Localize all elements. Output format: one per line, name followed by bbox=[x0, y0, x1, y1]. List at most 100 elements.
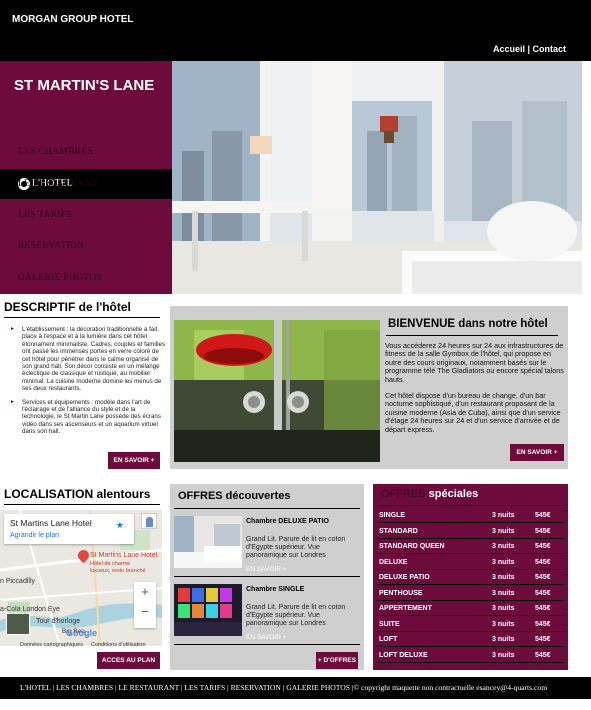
map[interactable]: St Martins Lane Hotel Agrandir le plan ★… bbox=[0, 510, 162, 646]
special-offer-price: 545€ bbox=[535, 620, 551, 628]
descriptif-list: L'établissement : la décoration traditio… bbox=[0, 326, 166, 436]
special-offer-price: 545€ bbox=[535, 512, 551, 519]
sidebar: ST MARTIN'S LANE L'HOTEL LES CHAMBRES LE… bbox=[0, 61, 172, 294]
map-footnote: Données cartographiques Conditions d'util… bbox=[20, 642, 146, 648]
special-offer-name: APPERTEMENT bbox=[379, 605, 432, 612]
zoom-out-icon[interactable]: − bbox=[134, 604, 156, 619]
offer-card[interactable]: Chambre SINGLE Grand Lit. Parure de lit … bbox=[174, 584, 359, 641]
special-offer-row[interactable]: DELUXE 3 nuits 545€ bbox=[377, 555, 564, 570]
special-offer-name: STANDARD bbox=[379, 527, 418, 535]
special-offer-row[interactable]: STANDARD 3 nuits 545€ bbox=[377, 524, 564, 539]
specials-title: OFFRES spéciales bbox=[381, 488, 479, 500]
satellite-thumbnail[interactable] bbox=[6, 613, 30, 635]
divider bbox=[386, 335, 558, 336]
offer-name: Chambre SINGLE bbox=[246, 586, 305, 593]
special-offer-row[interactable]: DELUXE PATIO 3 nuits 545€ bbox=[377, 570, 564, 585]
divider bbox=[174, 576, 360, 577]
hero-image bbox=[172, 61, 582, 294]
map-enlarge-link[interactable]: Agrandir le plan bbox=[10, 532, 59, 539]
special-offer-nights: 3 nuits bbox=[492, 636, 515, 643]
descriptif-more-button[interactable]: EN SAVOIR + bbox=[108, 452, 160, 469]
special-offer-nights: 3 nuits bbox=[492, 527, 515, 535]
map-label: a-Cola London Eye bbox=[0, 606, 60, 613]
special-offer-nights: 3 nuits bbox=[492, 574, 515, 581]
special-offer-row[interactable]: LOFT DELUXE 3 nuits 545€ bbox=[377, 648, 564, 663]
footer-link-hotel[interactable]: L'HOTEL bbox=[20, 683, 51, 692]
top-links: Accueil | Contact bbox=[493, 44, 566, 54]
special-offer-row[interactable]: SINGLE 3 nuits 545€ bbox=[377, 508, 564, 523]
map-pin-title: St Martins Lane Hotel bbox=[90, 552, 158, 559]
special-offer-row[interactable]: SUITE 3 nuits 545€ bbox=[377, 617, 564, 632]
special-offer-name: PENTHOUSE bbox=[379, 589, 423, 597]
divider bbox=[174, 508, 360, 509]
localisation-title: LOCALISATION alentours bbox=[4, 487, 151, 501]
special-offer-price: 545€ bbox=[535, 543, 551, 550]
welcome-title: BIENVENUE dans notre hôtel bbox=[388, 318, 548, 330]
footer: L'HOTEL | LES CHAMBRES | LE RESTAURANT |… bbox=[0, 677, 591, 699]
localisation-section: LOCALISATION alentours St Martins Lane H… bbox=[0, 484, 166, 670]
special-offer-row[interactable]: STANDARD QUEEN 3 nuits 545€ bbox=[377, 539, 564, 554]
footer-link-reservation[interactable]: RESERVATION bbox=[231, 683, 281, 692]
special-offer-name: SINGLE bbox=[379, 512, 406, 519]
special-offer-name: DELUXE bbox=[379, 558, 408, 566]
specials-section: OFFRES spéciales SINGLE 3 nuits 545€ STANDA… bbox=[373, 484, 568, 670]
map-pin-subtitle: Hôtel de charme luxueux, resto branché bbox=[90, 561, 146, 574]
footer-link-galerie[interactable]: GALERIE PHOTOS bbox=[286, 683, 350, 692]
special-offer-name: STANDARD QUEEN bbox=[379, 543, 445, 550]
footer-link-tarifs[interactable]: LES TARIFS bbox=[184, 683, 225, 692]
special-offer-row[interactable]: APPERTEMENT 3 nuits 545€ bbox=[377, 601, 564, 616]
zoom-controls: + − bbox=[134, 582, 156, 628]
brand-name: MORGAN GROUP HOTEL bbox=[12, 14, 134, 25]
welcome-more-button[interactable]: EN SAVOIR + bbox=[510, 444, 564, 461]
special-offer-name: SUITE bbox=[379, 620, 400, 628]
nav-item-restaurant[interactable]: LE RESTAURANT bbox=[18, 179, 98, 189]
offer-more-link[interactable]: EN SAVOIR + bbox=[246, 634, 287, 641]
map-access-button[interactable]: ACCES AU PLAN bbox=[97, 652, 160, 669]
special-offer-nights: 3 nuits bbox=[492, 589, 515, 597]
directions-icon[interactable]: ★ bbox=[116, 520, 124, 531]
list-item: Services et équipements : modèle dans l'… bbox=[0, 399, 166, 436]
special-offer-name: LOFT DELUXE bbox=[379, 651, 428, 659]
descriptif-title: DESCRIPTIF de l'hôtel bbox=[4, 300, 131, 314]
footer-link-restaurant[interactable]: LE RESTAURANT bbox=[118, 683, 179, 692]
copyright-text: © copyright maquette non contractuelle e… bbox=[353, 683, 548, 692]
list-item: L'établissement : la décoration traditio… bbox=[0, 326, 166, 393]
offer-name: Chambre DELUXE PATIO bbox=[246, 518, 329, 525]
map-label: n Piccadilly bbox=[0, 578, 36, 585]
special-offer-price: 545€ bbox=[535, 527, 551, 535]
more-offers-button[interactable]: + D'OFFRES bbox=[316, 652, 358, 669]
welcome-text: Vous accéderez 24 heures sur 24 aux infr… bbox=[385, 341, 564, 434]
special-offer-price: 545€ bbox=[535, 605, 551, 612]
map-label: Tour d'horloge bbox=[36, 618, 81, 625]
nav-item-tarifs[interactable]: LES TARIFS bbox=[18, 210, 72, 220]
street-view-icon[interactable] bbox=[141, 513, 157, 529]
nav-item-galerie[interactable]: GALERIE PHOTOS bbox=[18, 273, 102, 283]
special-offer-price: 545€ bbox=[535, 558, 551, 566]
top-bar: MORGAN GROUP HOTEL Accueil | Contact bbox=[0, 0, 591, 61]
contact-link[interactable]: Contact bbox=[533, 44, 567, 54]
nav-item-reservation[interactable]: RESERVATION bbox=[18, 241, 84, 251]
divider bbox=[4, 504, 160, 505]
special-offer-price: 545€ bbox=[535, 651, 551, 659]
offer-more-link[interactable]: EN SAVOIR + bbox=[246, 566, 287, 573]
offres-section: OFFRES découvertes Chambre DELUXE PATIO … bbox=[170, 484, 364, 670]
special-offer-nights: 3 nuits bbox=[492, 512, 515, 519]
map-info-card: St Martins Lane Hotel Agrandir le plan ★ bbox=[4, 514, 134, 544]
special-offer-row[interactable]: LOFT 3 nuits 545€ bbox=[377, 632, 564, 647]
offer-card[interactable]: Chambre DELUXE PATIO Grand Lit. Parure d… bbox=[174, 516, 359, 573]
special-offer-nights: 3 nuits bbox=[492, 620, 515, 628]
lounge-photo bbox=[174, 320, 380, 462]
special-offer-nights: 3 nuits bbox=[492, 651, 515, 659]
zoom-in-icon[interactable]: + bbox=[134, 584, 156, 599]
footer-link-chambres[interactable]: LES CHAMBRES bbox=[56, 683, 113, 692]
special-offer-nights: 3 nuits bbox=[492, 605, 515, 612]
home-link[interactable]: Accueil bbox=[493, 44, 525, 54]
nav-item-chambres[interactable]: LES CHAMBRES bbox=[18, 147, 93, 157]
divider bbox=[174, 644, 360, 645]
special-offer-nights: 3 nuits bbox=[492, 543, 515, 550]
special-offer-row[interactable]: PENTHOUSE 3 nuits 545€ bbox=[377, 586, 564, 601]
descriptif-section: DESCRIPTIF de l'hôtel L'établissement : … bbox=[0, 300, 166, 470]
special-offer-price: 545€ bbox=[535, 574, 551, 581]
offer-description: Grand Lit. Parure de lit en coton d'Egyp… bbox=[246, 536, 346, 559]
special-offer-name: DELUXE PATIO bbox=[379, 574, 430, 581]
